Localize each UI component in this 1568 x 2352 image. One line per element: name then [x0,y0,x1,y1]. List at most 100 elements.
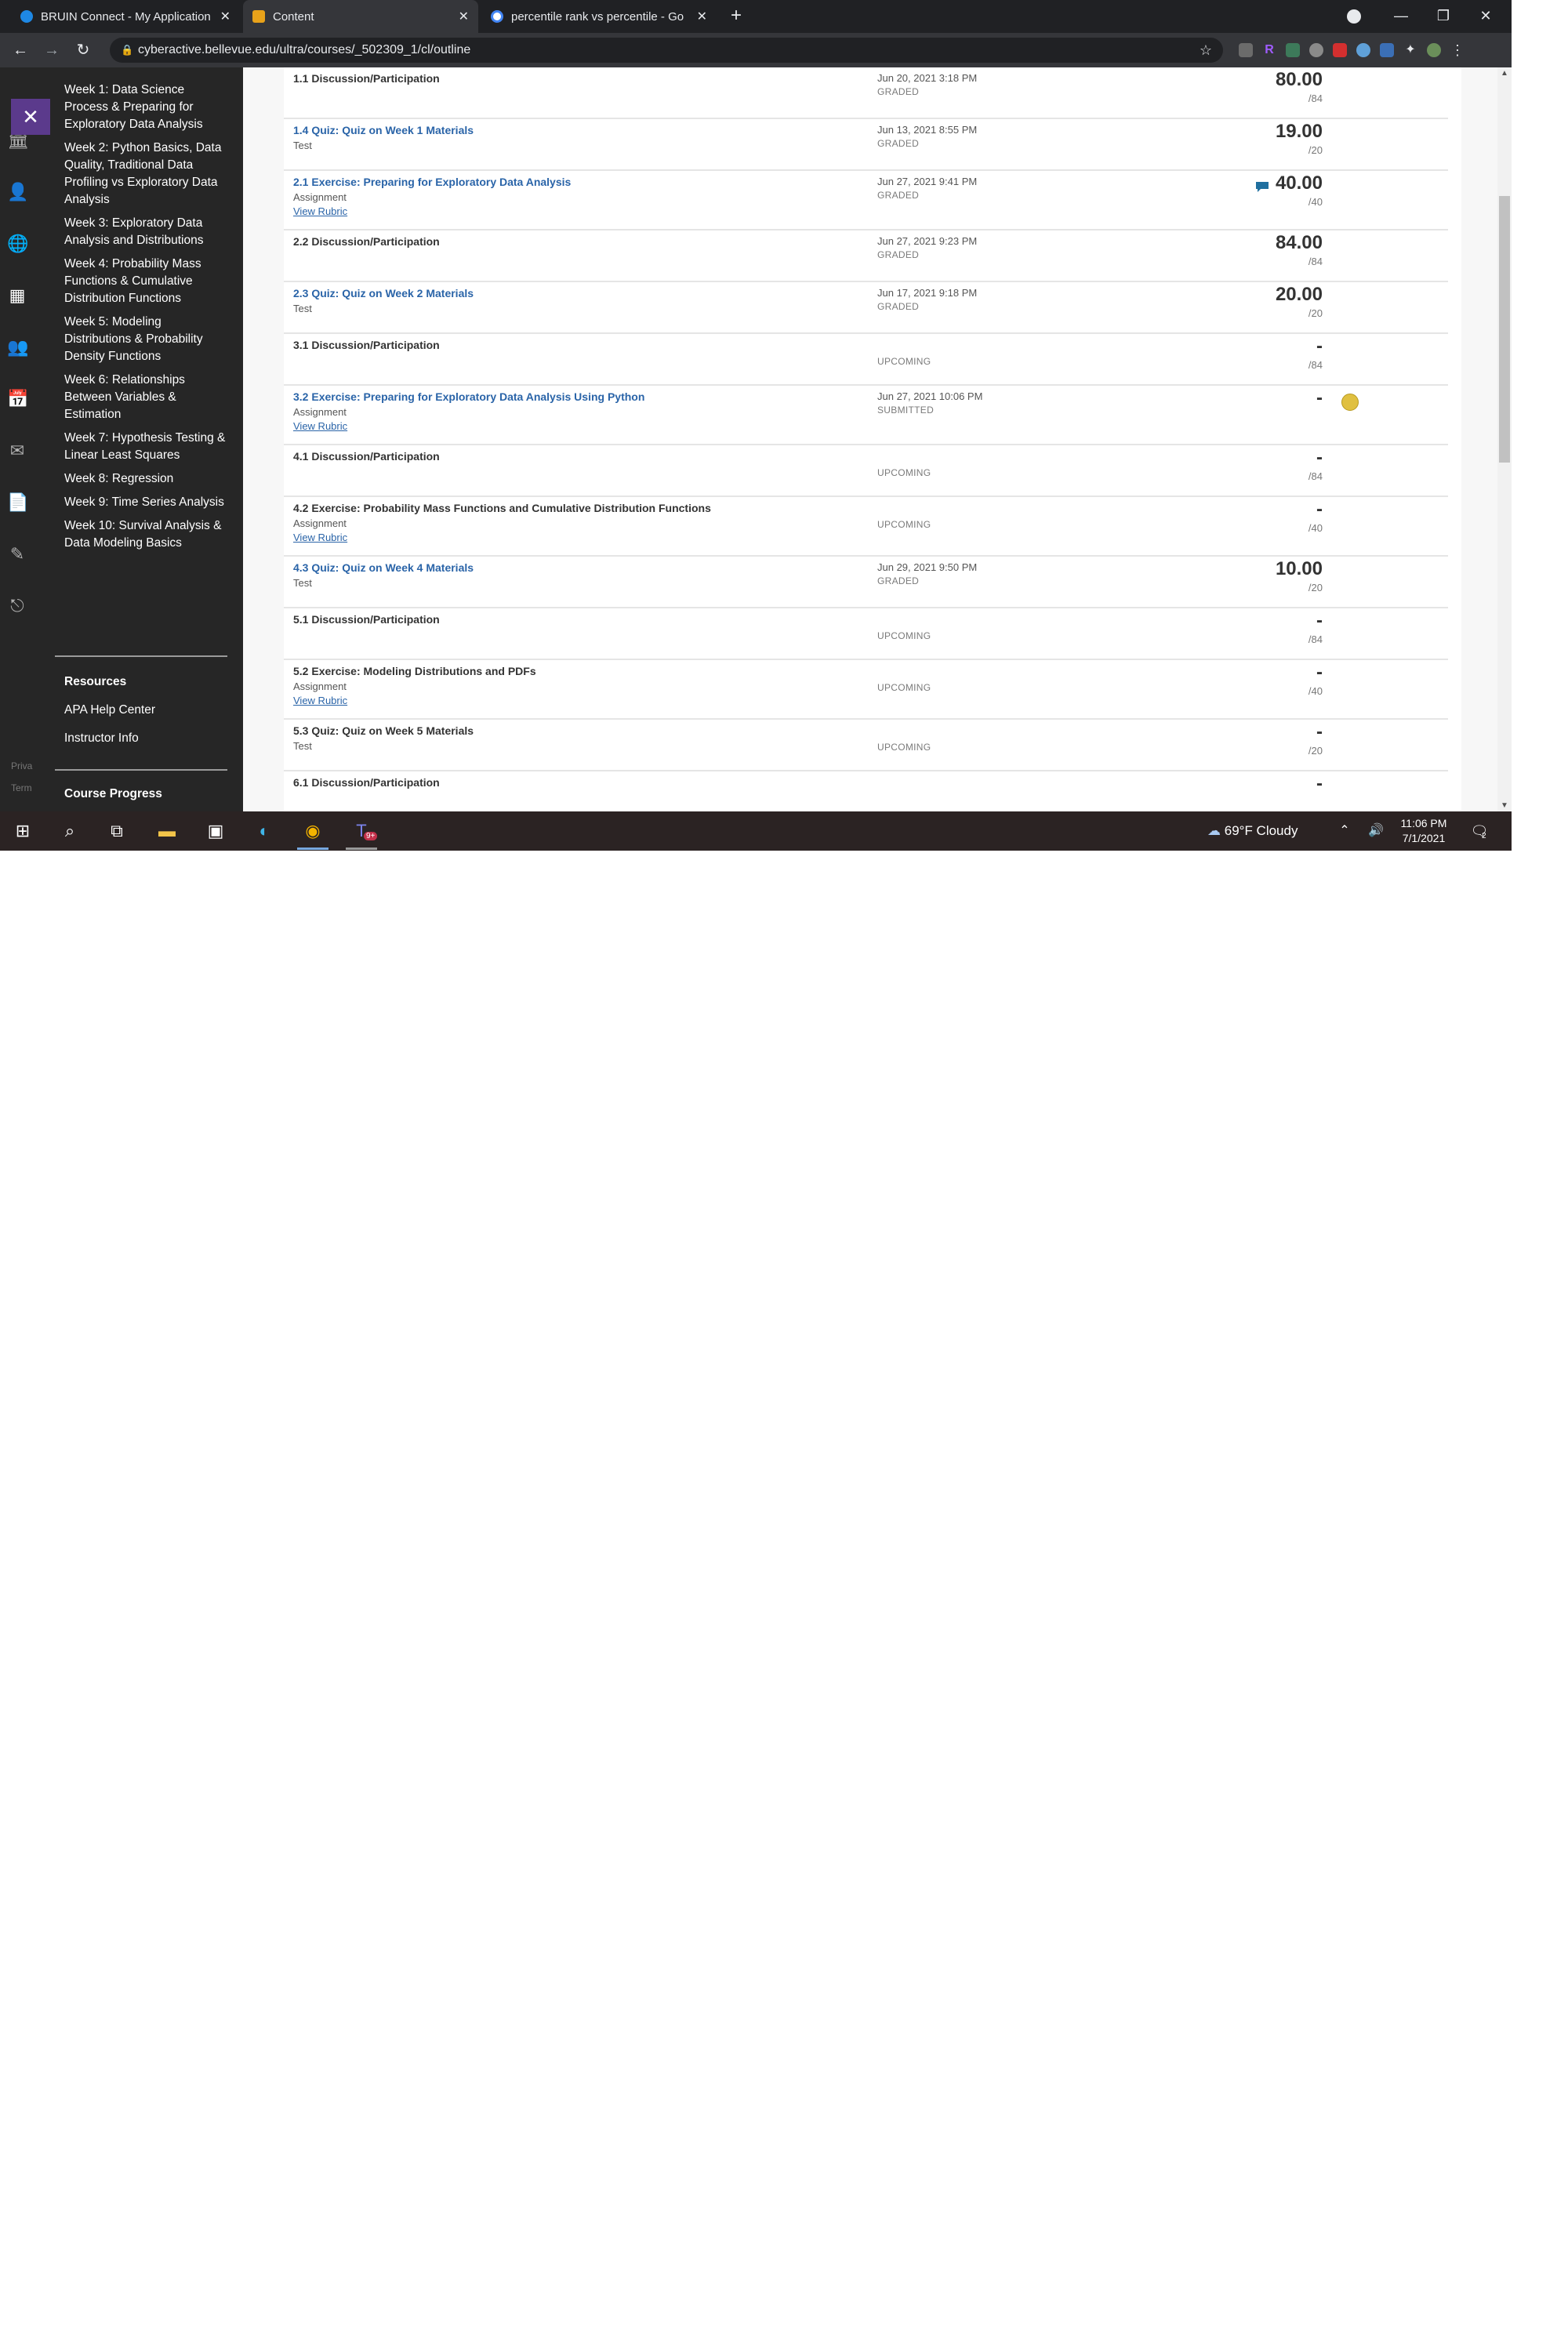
view-rubric-link[interactable]: View Rubric [293,695,347,706]
extension-icon[interactable] [1239,43,1253,57]
tab-google-search[interactable]: percentile rank vs percentile - Go ✕ [481,0,717,33]
back-icon[interactable]: ← [8,38,33,63]
close-tab-icon[interactable]: ✕ [220,9,230,24]
calendar-icon[interactable]: 📅 [7,389,28,409]
grade-score[interactable]: 20.00 [1276,284,1323,306]
globe-icon[interactable]: 🌐 [7,234,28,254]
week-1-link[interactable]: Week 1: Data Science Process & Preparing… [64,82,229,133]
edge-icon[interactable]: ◐ [252,819,276,843]
messages-icon[interactable]: ✉ [7,441,27,461]
profile-icon[interactable]: 👤 [7,182,28,202]
extension-icon[interactable] [1356,43,1370,57]
grade-item-title: 4.2 Exercise: Probability Mass Functions… [293,502,711,514]
terms-link[interactable]: Term [11,782,32,793]
sign-out-icon[interactable]: ⎋ [7,596,27,616]
max-points: /40 [1308,196,1323,208]
browser-menu-icon[interactable]: ⋮ [1450,43,1465,57]
grade-score[interactable]: - [1316,387,1323,409]
scroll-down-icon[interactable]: ▼ [1497,801,1512,810]
search-icon[interactable]: ⌕ [58,819,82,843]
grade-score[interactable]: - [1316,662,1323,684]
grade-score[interactable]: - [1316,447,1323,469]
minimize-icon[interactable]: — [1380,0,1422,33]
grade-score[interactable]: - [1316,721,1323,743]
view-rubric-link[interactable]: View Rubric [293,420,347,432]
grade-item-title[interactable]: 4.3 Quiz: Quiz on Week 4 Materials [293,561,474,574]
grade-score[interactable]: - [1316,336,1323,358]
chrome-icon[interactable]: ◉ [301,819,325,843]
max-points: /40 [1308,685,1323,697]
tab-content[interactable]: Content ✕ [243,0,478,33]
extensions-puzzle-icon[interactable]: ✦ [1403,43,1417,57]
extension-icon[interactable] [1309,43,1323,57]
grades-icon[interactable]: 📄 [7,492,28,513]
icon-rail: 🏛 👤 🌐 ▦ 👥 📅 ✉ 📄 ✎ ⎋ Priva Term [0,67,34,811]
chevron-up-icon[interactable]: ⌃ [1333,819,1356,843]
week-3-link[interactable]: Week 3: Exploratory Data Analysis and Di… [64,215,229,249]
view-rubric-link[interactable]: View Rubric [293,532,347,543]
browser-toolbar: ← → ↻ 🔒 cyberactive.bellevue.edu/ultra/c… [0,33,1512,67]
grade-score[interactable]: 80.00 [1276,69,1323,91]
apa-help-center-link[interactable]: APA Help Center [64,703,155,717]
address-bar[interactable]: 🔒 cyberactive.bellevue.edu/ultra/courses… [110,38,1223,63]
scroll-up-icon[interactable]: ▲ [1497,69,1512,78]
week-8-link[interactable]: Week 8: Regression [64,470,229,488]
tab-bruin-connect[interactable]: BRUIN Connect - My Application ✕ [11,0,240,33]
windows-start-icon[interactable]: ⊞ [11,819,34,843]
avatar[interactable] [1427,43,1441,57]
feedback-comment-icon[interactable] [1254,180,1270,193]
extension-r-icon[interactable]: R [1262,43,1276,57]
profile-menu-icon[interactable] [1347,9,1361,24]
forward-icon[interactable]: → [39,38,64,63]
window-close-icon[interactable]: ✕ [1465,0,1507,33]
grade-item-title[interactable]: 2.1 Exercise: Preparing for Exploratory … [293,176,571,188]
organizations-icon[interactable]: 👥 [7,337,28,358]
week-7-link[interactable]: Week 7: Hypothesis Testing & Linear Leas… [64,430,229,464]
grade-score[interactable]: 84.00 [1276,232,1323,254]
grade-item-title: 5.3 Quiz: Quiz on Week 5 Materials [293,724,474,737]
file-explorer-icon[interactable]: ▬ [155,819,179,843]
privacy-link[interactable]: Priva [11,760,32,771]
clock-date: 7/1/2021 [1402,832,1446,844]
week-4-link[interactable]: Week 4: Probability Mass Functions & Cum… [64,256,229,307]
acrobat-extension-icon[interactable] [1333,43,1347,57]
vertical-scrollbar[interactable]: ▲ ▼ [1497,67,1512,811]
status-label: UPCOMING [877,519,931,530]
week-9-link[interactable]: Week 9: Time Series Analysis [64,494,229,511]
extension-icon[interactable] [1380,43,1394,57]
task-view-icon[interactable]: ⧉ [105,819,129,843]
grade-score[interactable]: - [1316,499,1323,521]
extension-icon[interactable] [1286,43,1300,57]
system-clock[interactable]: 11:06 PM 7/1/2021 [1392,816,1455,846]
view-rubric-link[interactable]: View Rubric [293,205,347,217]
course-progress-heading[interactable]: Course Progress [64,787,162,801]
grade-item-title[interactable]: 2.3 Quiz: Quiz on Week 2 Materials [293,287,474,299]
week-10-link[interactable]: Week 10: Survival Analysis & Data Modeli… [64,517,229,552]
instructor-info-link[interactable]: Instructor Info [64,731,139,746]
week-5-link[interactable]: Week 5: Modeling Distributions & Probabi… [64,314,229,365]
close-tab-icon[interactable]: ✕ [459,9,469,24]
week-6-link[interactable]: Week 6: Relationships Between Variables … [64,372,229,423]
week-2-link[interactable]: Week 2: Python Basics, Data Quality, Tra… [64,140,229,209]
notifications-icon[interactable]: 🗨 [1468,819,1491,843]
app-icon[interactable]: ▣ [204,819,227,843]
grade-item-title[interactable]: 1.4 Quiz: Quiz on Week 1 Materials [293,124,474,136]
grade-score[interactable]: 40.00 [1276,172,1323,194]
scrollbar-thumb[interactable] [1499,196,1510,463]
grade-item-title[interactable]: 3.2 Exercise: Preparing for Exploratory … [293,390,644,403]
bookmark-star-icon[interactable]: ☆ [1200,38,1212,63]
cloud-icon: ☁ [1207,823,1221,838]
courses-icon[interactable]: ▦ [7,285,27,306]
volume-icon[interactable]: 🔊 [1364,819,1388,843]
grade-score[interactable]: - [1316,773,1323,795]
restore-icon[interactable]: ❐ [1422,0,1465,33]
reload-icon[interactable]: ↻ [71,38,96,63]
grade-score[interactable]: - [1316,610,1323,632]
tools-icon[interactable]: ✎ [7,544,27,564]
grade-score[interactable]: 19.00 [1276,121,1323,143]
close-panel-button[interactable]: ✕ [11,99,50,135]
weather-widget[interactable]: ☁ 69°F Cloudy [1207,811,1298,851]
new-tab-button[interactable]: + [724,5,748,28]
grade-score[interactable]: 10.00 [1276,558,1323,580]
close-tab-icon[interactable]: ✕ [697,9,707,24]
